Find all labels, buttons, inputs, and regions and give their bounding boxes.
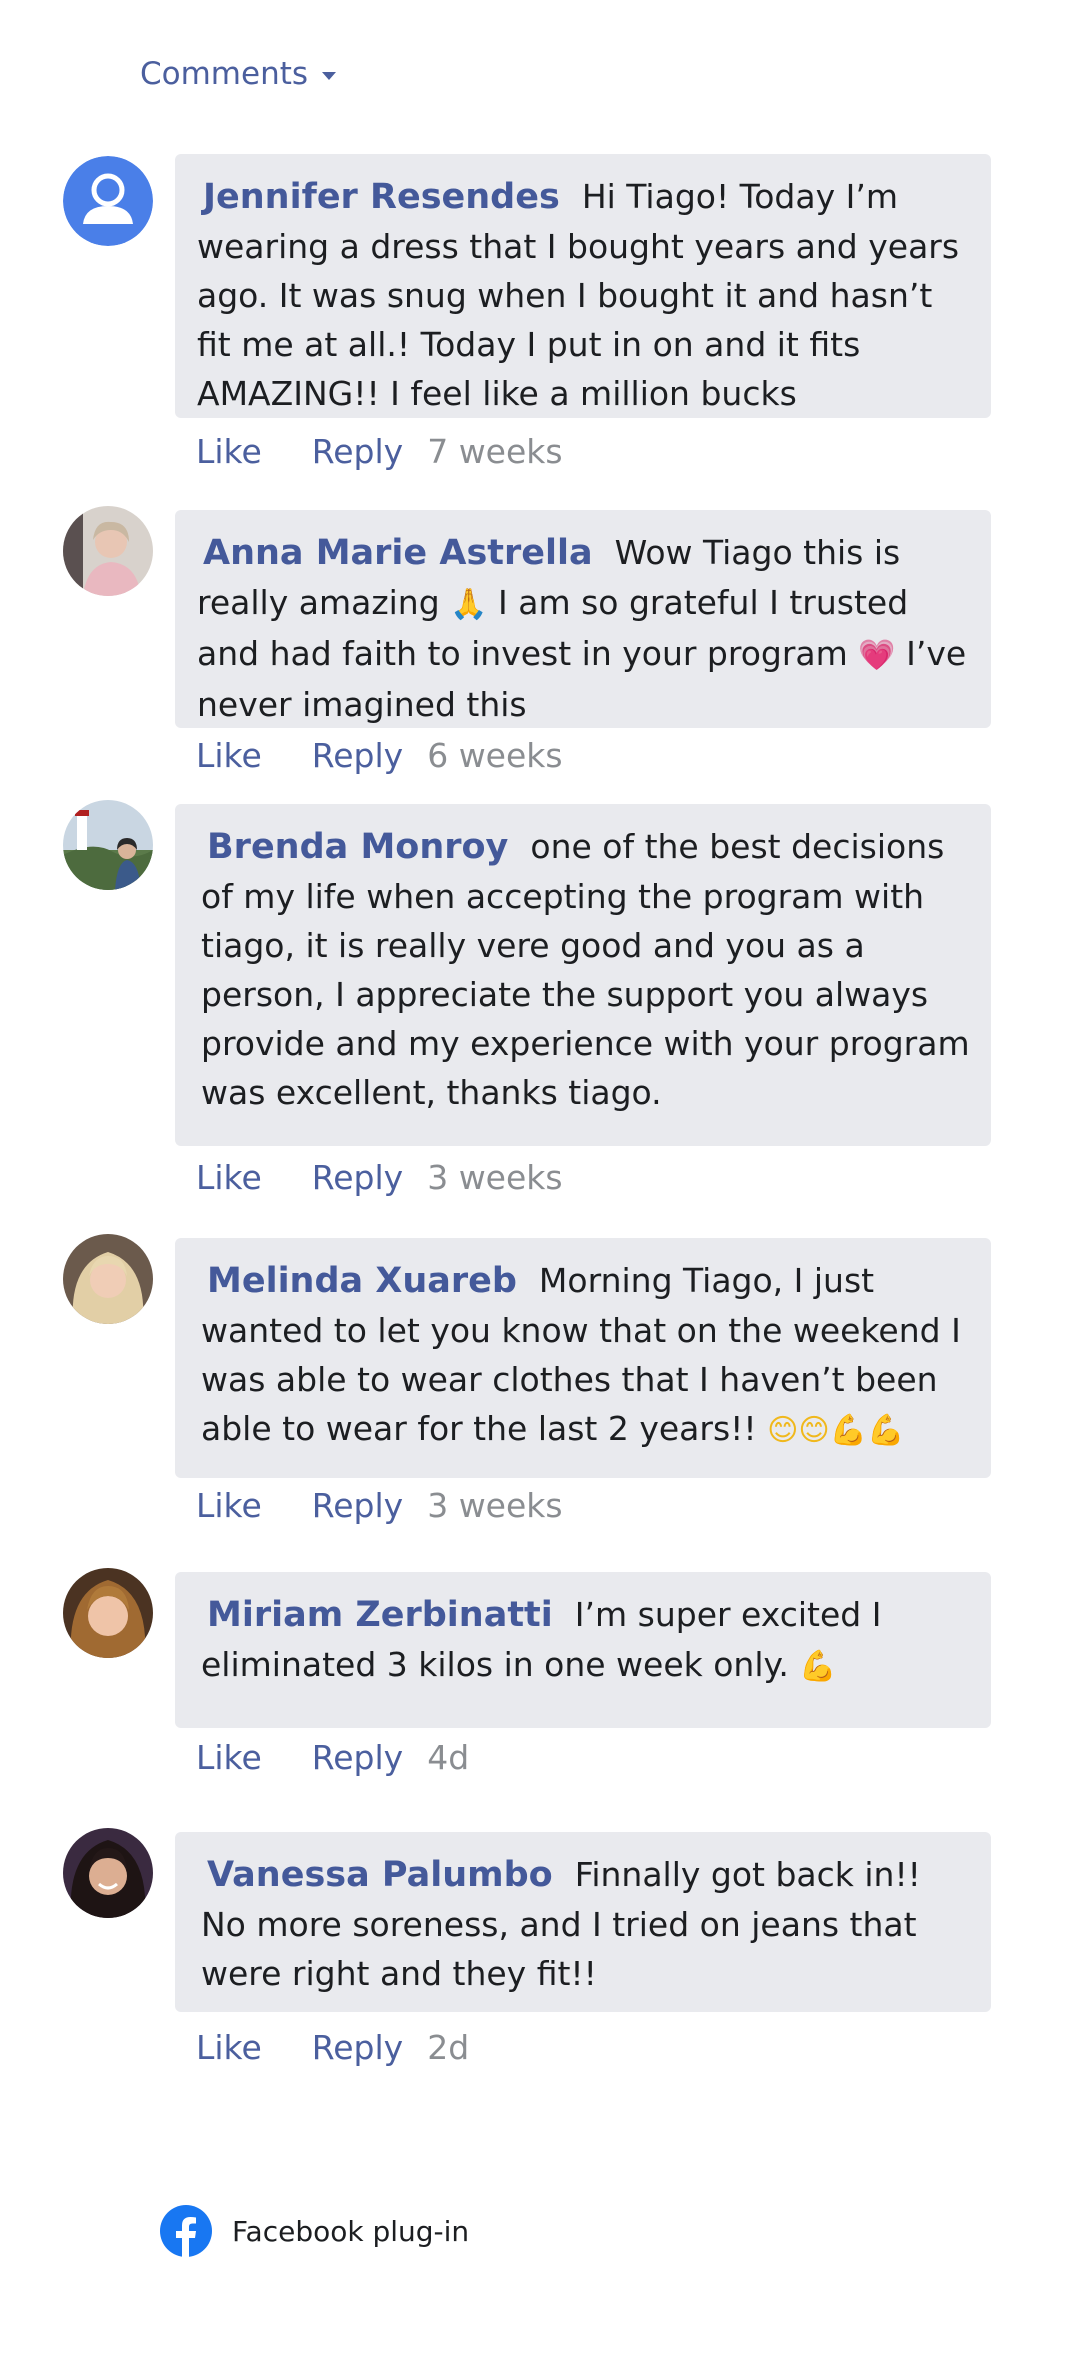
like-button[interactable]: Like	[196, 1738, 262, 1777]
like-button[interactable]: Like	[196, 432, 262, 471]
comment-bubble: Vanessa Palumbo Finnally got back in!! No…	[175, 1832, 991, 2012]
comment-actions: Like Reply 4d	[196, 1738, 469, 1777]
comment-bubble: Brenda Monroy one of the best decisions o…	[175, 804, 991, 1146]
facebook-plugin-footer[interactable]: Facebook plug-in	[160, 2205, 469, 2257]
like-button[interactable]: Like	[196, 736, 262, 775]
comment-actions: Like Reply 7 weeks	[196, 432, 563, 471]
facebook-icon	[160, 2205, 212, 2257]
facebook-plugin-label: Facebook plug-in	[232, 2214, 470, 2248]
pray-emoji-icon: 🙏	[450, 587, 488, 622]
comment-author[interactable]: Vanessa Palumbo	[207, 1855, 553, 1895]
comment-actions: Like Reply 3 weeks	[196, 1158, 563, 1197]
comment-author[interactable]: Anna Marie Astrella	[203, 533, 593, 573]
chevron-down-icon	[322, 72, 337, 80]
comment-text: one of the best decisions of my life whe…	[201, 827, 970, 1112]
avatar[interactable]	[63, 1828, 153, 1918]
avatar[interactable]	[63, 800, 153, 890]
reply-button[interactable]: Reply	[312, 432, 403, 471]
comments-header[interactable]: Comments	[140, 56, 337, 92]
like-button[interactable]: Like	[196, 2028, 262, 2067]
comment-author[interactable]: Brenda Monroy	[207, 827, 508, 867]
reply-button[interactable]: Reply	[312, 1158, 403, 1197]
comment-author[interactable]: Miriam Zerbinatti	[207, 1595, 553, 1635]
comment-timestamp[interactable]: 2d	[427, 2028, 469, 2067]
avatar[interactable]	[63, 156, 153, 246]
comment-actions: Like Reply 3 weeks	[196, 1486, 563, 1525]
avatar[interactable]	[63, 506, 153, 596]
comment-actions: Like Reply 2d	[196, 2028, 469, 2067]
user-photo-icon	[63, 1828, 153, 1918]
comment-bubble: Jennifer Resendes Hi Tiago! Today I’m wea…	[175, 154, 991, 418]
comment-timestamp[interactable]: 4d	[427, 1738, 469, 1777]
avatar[interactable]	[63, 1568, 153, 1658]
avatar[interactable]	[63, 1234, 153, 1324]
reply-button[interactable]: Reply	[312, 2028, 403, 2067]
reply-button[interactable]: Reply	[312, 736, 403, 775]
comment-bubble: Anna Marie Astrella Wow Tiago this is rea…	[175, 510, 991, 728]
comment-timestamp[interactable]: 7 weeks	[427, 432, 562, 471]
smile-muscle-emoji-icon: 😊😊💪💪	[767, 1413, 905, 1448]
like-button[interactable]: Like	[196, 1158, 262, 1197]
comment-timestamp[interactable]: 3 weeks	[427, 1158, 562, 1197]
muscle-emoji-icon: 💪	[799, 1649, 837, 1684]
default-user-icon	[63, 156, 153, 246]
comment-actions: Like Reply 6 weeks	[196, 736, 563, 775]
comment-author[interactable]: Jennifer Resendes	[203, 177, 560, 217]
user-photo-icon	[63, 800, 153, 890]
like-button[interactable]: Like	[196, 1486, 262, 1525]
comment-bubble: Miriam Zerbinatti I’m super excited I eli…	[175, 1572, 991, 1728]
comments-label: Comments	[140, 56, 309, 92]
user-photo-icon	[63, 1234, 153, 1324]
user-photo-icon	[63, 506, 153, 596]
user-photo-icon	[63, 1568, 153, 1658]
comment-author[interactable]: Melinda Xuareb	[207, 1261, 517, 1301]
reply-button[interactable]: Reply	[312, 1738, 403, 1777]
reply-button[interactable]: Reply	[312, 1486, 403, 1525]
comment-bubble: Melinda Xuareb Morning Tiago, I just want…	[175, 1238, 991, 1478]
heart-emoji-icon: 💗	[858, 638, 896, 673]
comment-timestamp[interactable]: 6 weeks	[427, 736, 562, 775]
comment-timestamp[interactable]: 3 weeks	[427, 1486, 562, 1525]
